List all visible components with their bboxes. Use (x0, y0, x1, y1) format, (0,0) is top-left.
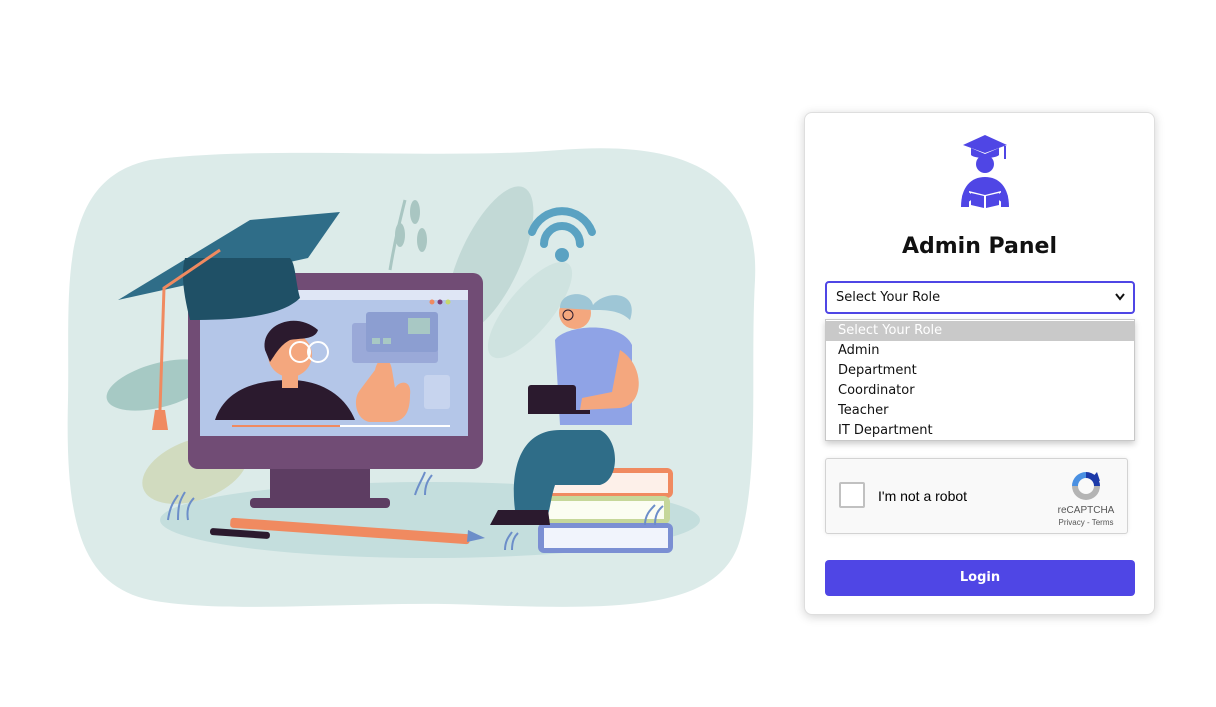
recaptcha-label: I'm not a robot (878, 488, 968, 504)
role-option-coordinator[interactable]: Coordinator (826, 381, 1134, 401)
chevron-down-icon (1115, 293, 1125, 301)
role-option-admin[interactable]: Admin (826, 341, 1134, 361)
role-option-placeholder[interactable]: Select Your Role (826, 321, 1134, 341)
recaptcha-logo-icon (1072, 472, 1100, 500)
role-select[interactable]: Select Your Role (825, 281, 1135, 314)
role-option-teacher[interactable]: Teacher (826, 401, 1134, 421)
role-select-value: Select Your Role (836, 290, 941, 305)
role-option-department[interactable]: Department (826, 361, 1134, 381)
recaptcha-widget: I'm not a robot reCAPTCHA Privacy - Term… (825, 458, 1128, 534)
recaptcha-links[interactable]: Privacy - Terms (1046, 518, 1126, 527)
recaptcha-checkbox[interactable] (839, 482, 865, 508)
login-panel: Admin Panel Select Your Role Select Your… (804, 112, 1155, 615)
recaptcha-brand: reCAPTCHA (1057, 505, 1115, 516)
login-button[interactable]: Login (825, 560, 1135, 596)
role-option-it-department[interactable]: IT Department (826, 421, 1134, 441)
graduate-reading-icon (961, 135, 1009, 211)
role-dropdown-list: Select Your Role Admin Department Coordi… (825, 319, 1135, 441)
page-title: Admin Panel (901, 234, 1058, 259)
online-learning-illustration (67, 148, 756, 607)
